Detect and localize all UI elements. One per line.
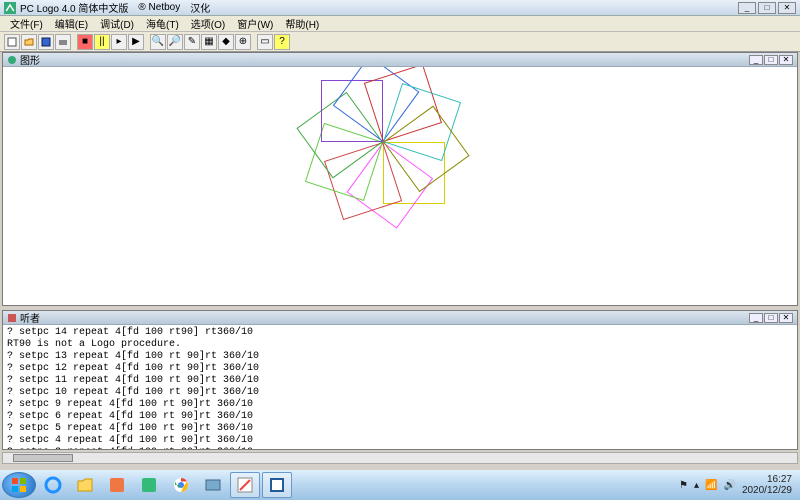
tool-pen[interactable]: ✎ (184, 34, 200, 50)
tray-volume-icon: 🔊 (723, 480, 735, 491)
taskbar-logo[interactable] (262, 472, 292, 498)
tool-save[interactable] (38, 34, 54, 50)
menu-item-1[interactable]: 编辑(E) (49, 16, 94, 31)
taskbar-ie[interactable] (38, 472, 68, 498)
system-tray[interactable]: ⚑ ▴ 📶 🔊 16:27 2020/12/29 (673, 474, 798, 496)
taskbar-app1[interactable] (102, 472, 132, 498)
tool-zoom-in[interactable]: 🔎 (167, 34, 183, 50)
maximize-button[interactable]: □ (758, 2, 776, 14)
menu-item-6[interactable]: 帮助(H) (279, 16, 325, 31)
console-line: ? setpc 9 repeat 4[fd 100 rt 90]rt 360/1… (7, 399, 793, 411)
console-line: ? setpc 10 repeat 4[fd 100 rt 90]rt 360/… (7, 387, 793, 399)
windows-logo-icon (11, 477, 27, 493)
listener-min[interactable]: _ (749, 313, 763, 323)
menubar: 文件(F)编辑(E)调试(D)海龟(T)选项(O)窗户(W)帮助(H) (0, 16, 800, 32)
taskbar-app2[interactable] (134, 472, 164, 498)
menu-item-4[interactable]: 选项(O) (185, 16, 231, 31)
console-line: ? setpc 11 repeat 4[fd 100 rt 90]rt 360/… (7, 375, 793, 387)
console-line: ? setpc 5 repeat 4[fd 100 rt 90]rt 360/1… (7, 423, 793, 435)
tray-clock[interactable]: 16:27 2020/12/29 (742, 474, 792, 496)
listener-title: 听者 (20, 310, 40, 325)
toolbar: ■ || ▸ ▶ 🔍 🔎 ✎ ▦ ◆ ⊕ ▭ ? (0, 32, 800, 52)
app-icon (4, 2, 16, 14)
graphics-titlebar: 图形 _ □ ✕ (3, 53, 797, 67)
console-line: ? setpc 13 repeat 4[fd 100 rt 90]rt 360/… (7, 351, 793, 363)
app-titlebar: PC Logo 4.0 简体中文版 ® Netboy 汉化 _ □ ✕ (0, 0, 800, 16)
title-author: ® Netboy (138, 2, 180, 13)
console-line: ? setpc 6 repeat 4[fd 100 rt 90]rt 360/1… (7, 411, 793, 423)
listener-titlebar: 听者 _ □ ✕ (3, 311, 797, 325)
minimize-button[interactable]: _ (738, 2, 756, 14)
tool-help[interactable]: ? (274, 34, 290, 50)
console-line: RT90 is not a Logo procedure. (7, 339, 793, 351)
start-button[interactable] (2, 472, 36, 498)
console-line: ? setpc 3 repeat 4[fd 100 rt 90]rt 360/1… (7, 447, 793, 449)
tool-step[interactable]: ▸ (111, 34, 127, 50)
taskbar-chrome[interactable] (166, 472, 196, 498)
listener-max[interactable]: □ (764, 313, 778, 323)
tool-open[interactable] (21, 34, 37, 50)
graphics-close[interactable]: ✕ (779, 55, 793, 65)
menu-item-3[interactable]: 海龟(T) (140, 16, 185, 31)
listener-pane: 听者 _ □ ✕ ? setpc 14 repeat 4[fd 100 rt90… (2, 310, 798, 450)
graphics-title: 图形 (20, 52, 40, 67)
tool-turtle[interactable]: ⊕ (235, 34, 251, 50)
graphics-max[interactable]: □ (764, 55, 778, 65)
tray-network-icon: 📶 (705, 480, 717, 491)
tool-zoom-out[interactable]: 🔍 (150, 34, 166, 50)
console-line: ? setpc 14 repeat 4[fd 100 rt90] rt360/1… (7, 327, 793, 339)
windows-taskbar: ⚑ ▴ 📶 🔊 16:27 2020/12/29 (0, 470, 800, 500)
graphics-canvas (3, 67, 797, 305)
tool-window[interactable]: ▭ (257, 34, 273, 50)
console-line: ? setpc 4 repeat 4[fd 100 rt 90]rt 360/1… (7, 435, 793, 447)
listener-close[interactable]: ✕ (779, 313, 793, 323)
tray-flag-icon: ⚑ (679, 480, 688, 491)
menu-item-2[interactable]: 调试(D) (94, 16, 140, 31)
taskbar-explorer[interactable] (70, 472, 100, 498)
taskbar-paint[interactable] (230, 472, 260, 498)
close-button[interactable]: ✕ (778, 2, 796, 14)
taskbar-app3[interactable] (198, 472, 228, 498)
turtle-icon (7, 55, 17, 65)
tool-color[interactable]: ▦ (201, 34, 217, 50)
tool-new[interactable] (4, 34, 20, 50)
tray-chevron-icon[interactable]: ▴ (694, 480, 699, 491)
console[interactable]: ? setpc 14 repeat 4[fd 100 rt90] rt360/1… (3, 325, 797, 449)
title-tag: 汉化 (190, 0, 210, 15)
title-app: PC Logo 4.0 简体中文版 (20, 0, 128, 15)
tool-pause[interactable]: || (94, 34, 110, 50)
tool-shape[interactable]: ◆ (218, 34, 234, 50)
tool-print[interactable] (55, 34, 71, 50)
menu-item-5[interactable]: 窗户(W) (231, 16, 279, 31)
menu-item-0[interactable]: 文件(F) (4, 16, 49, 31)
listener-icon (7, 313, 17, 323)
tool-stop[interactable]: ■ (77, 34, 93, 50)
console-line: ? setpc 12 repeat 4[fd 100 rt 90]rt 360/… (7, 363, 793, 375)
tool-run[interactable]: ▶ (128, 34, 144, 50)
horizontal-scrollbar[interactable] (2, 452, 798, 464)
graphics-pane: 图形 _ □ ✕ (2, 52, 798, 306)
graphics-min[interactable]: _ (749, 55, 763, 65)
